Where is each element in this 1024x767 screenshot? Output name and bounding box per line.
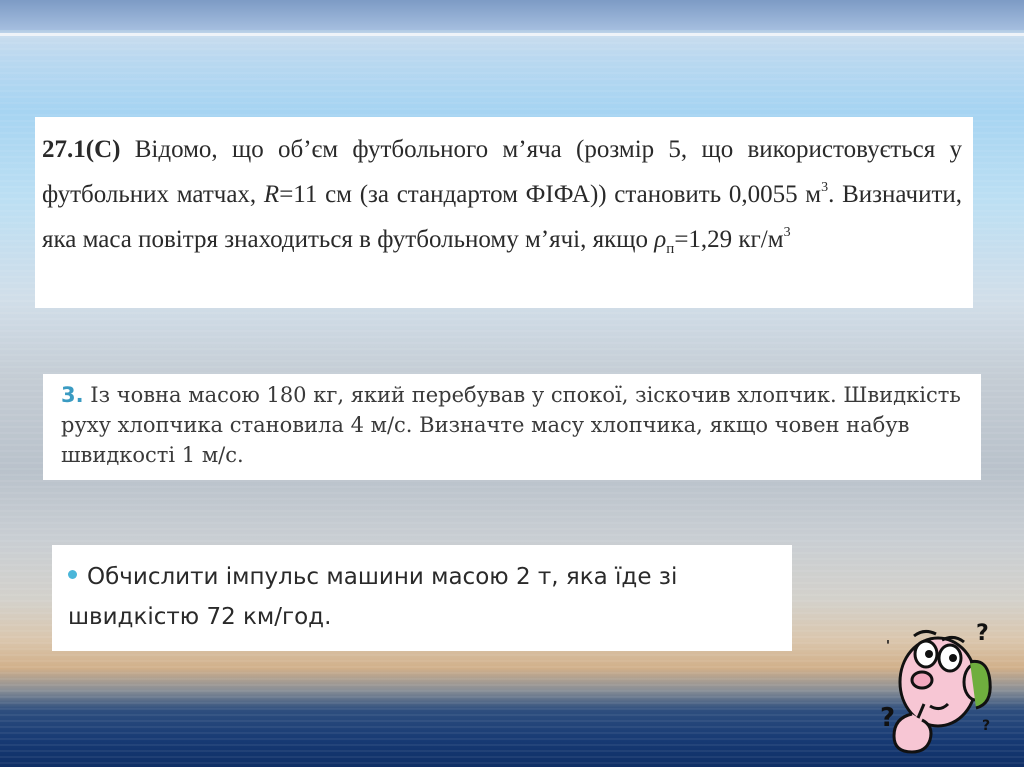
problem-1-text: 27.1(С) Відомо, що об’єм футбольного м’я… — [42, 136, 962, 257]
top-bar — [0, 0, 1024, 30]
question-mark-icon: ' — [886, 639, 890, 654]
problem-card-2: 3. Із човна масою 180 кг, який перебував… — [43, 374, 981, 480]
problem-2-number: 3. — [61, 383, 84, 407]
problem-3-text: Обчислити імпульс машини масою 2 т, яка … — [68, 564, 678, 630]
question-mark-icon: ? — [976, 621, 989, 646]
bullet-icon — [68, 570, 77, 579]
problem-2-text: 3. Із човна масою 180 кг, який перебував… — [61, 383, 961, 467]
problem-card-3: Обчислити імпульс машини масою 2 т, яка … — [52, 545, 792, 651]
question-mark-icon: ? — [982, 718, 990, 734]
problem-1-number: 27.1(С) — [42, 136, 121, 163]
thinking-man-icon: ? ? ? ' — [880, 621, 992, 754]
question-mark-icon: ? — [880, 703, 895, 733]
problem-card-1: 27.1(С) Відомо, що об’єм футбольного м’я… — [35, 117, 973, 308]
